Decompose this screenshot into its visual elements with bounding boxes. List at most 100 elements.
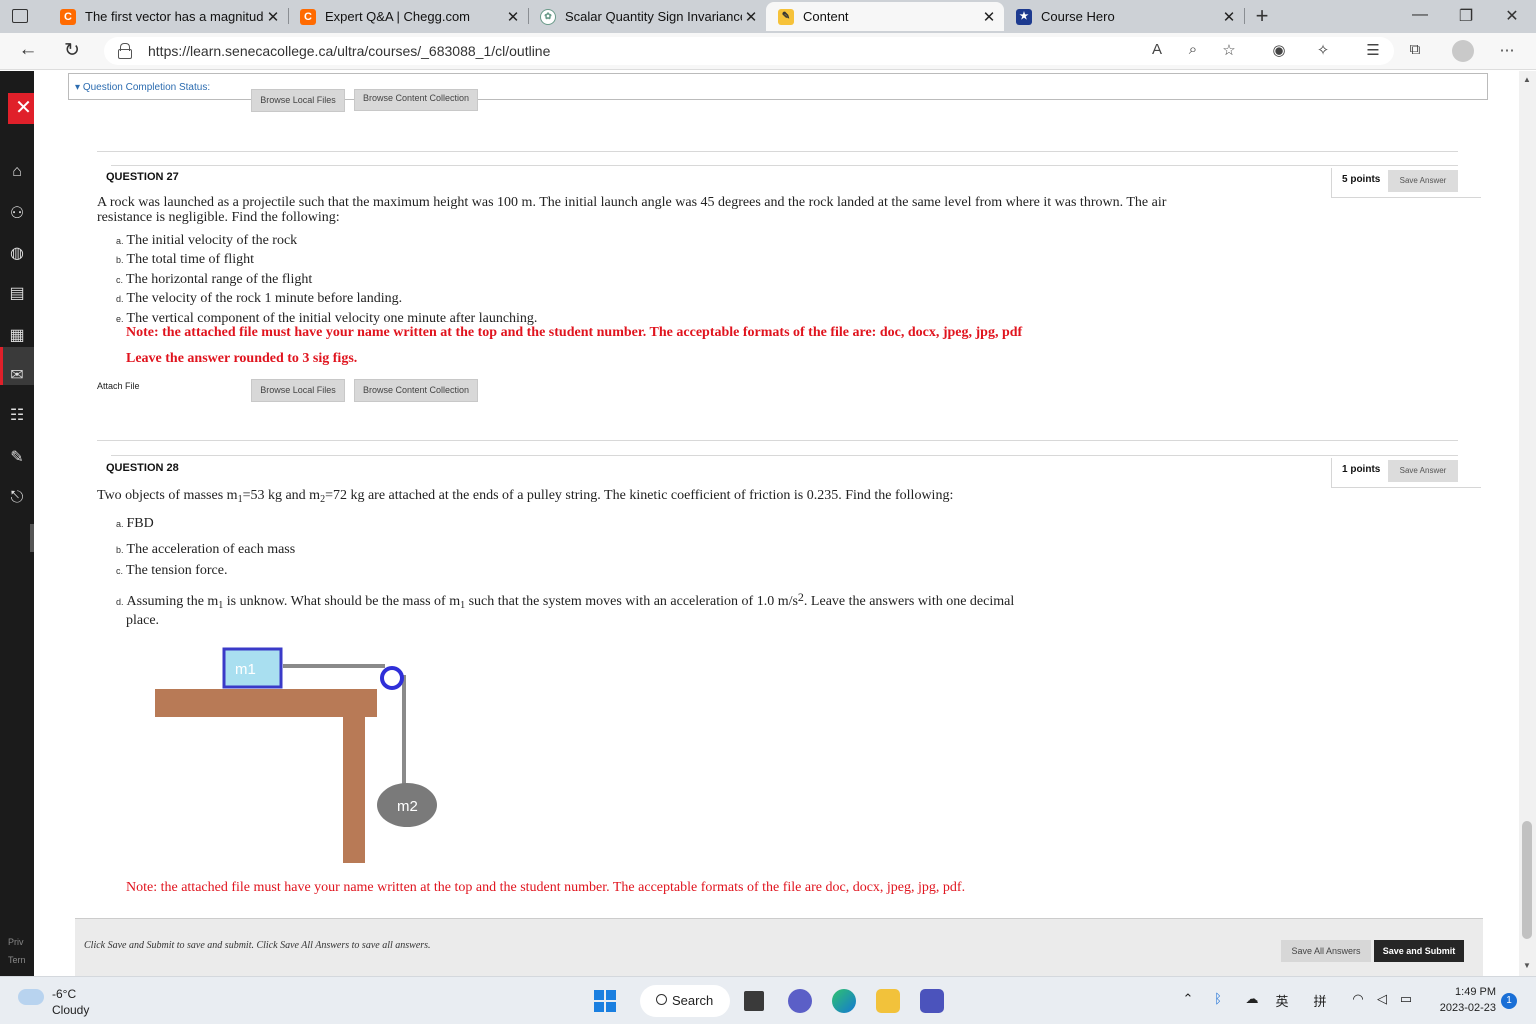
courses-icon[interactable]: ▤ <box>8 285 26 303</box>
tools-icon[interactable]: ✎ <box>8 449 26 467</box>
close-icon[interactable]: ✕ <box>742 8 760 26</box>
tab-actions-icon[interactable] <box>12 9 28 23</box>
close-icon[interactable]: ✕ <box>264 8 282 26</box>
assessment-content: ▾ Question Completion Status: Browse Loc… <box>34 71 1519 976</box>
scroll-down-arrow-icon[interactable]: ▼ <box>1523 961 1531 970</box>
list-item: b. The acceleration of each mass <box>116 542 296 557</box>
list-item: d. Assuming the m1 is unknow. What should… <box>116 590 1015 611</box>
windows-start-icon[interactable] <box>594 990 616 1012</box>
institution-icon[interactable]: ⌂ <box>8 163 26 181</box>
weather-condition[interactable]: Cloudy <box>52 1003 89 1017</box>
onedrive-cloud-icon[interactable]: ☁ <box>1242 991 1262 1007</box>
read-aloud-icon[interactable]: A <box>1146 41 1168 58</box>
ime-language[interactable]: 英 <box>1272 991 1292 1010</box>
question-28-title: QUESTION 28 <box>106 462 179 474</box>
clock-time[interactable]: 1:49 PM <box>1420 986 1496 998</box>
submit-hint: Click Save and Submit to save and submit… <box>84 940 431 951</box>
teams-chat-icon[interactable] <box>788 989 812 1013</box>
show-hidden-icons-chevron-icon[interactable]: ⌃ <box>1178 991 1198 1007</box>
favorites-icon[interactable]: ☰ <box>1362 41 1384 59</box>
task-view-icon[interactable] <box>744 991 764 1011</box>
question-28-file-note: Note: the attached file must have your n… <box>126 880 966 895</box>
list-item-continued: place. <box>126 613 160 628</box>
bluetooth-icon[interactable]: ᛒ <box>1208 991 1228 1006</box>
more-menu-icon[interactable]: ⋯ <box>1496 41 1518 59</box>
scroll-up-arrow-icon[interactable]: ▲ <box>1523 75 1531 84</box>
browse-content-collection-button[interactable]: Browse Content Collection <box>354 379 478 402</box>
edge-browser-icon[interactable] <box>832 989 856 1013</box>
question-27-save-answer-button[interactable]: Save Answer <box>1388 170 1458 192</box>
question-27-file-note: Note: the attached file must have your n… <box>126 325 1023 340</box>
pulley-diagram: m1 m2 <box>155 647 437 863</box>
list-item: c. The tension force. <box>116 563 228 578</box>
wifi-icon[interactable]: ◠ <box>1348 991 1368 1007</box>
extension-icon[interactable]: ◉ <box>1268 41 1290 59</box>
tab-content[interactable]: ✎ Content ✕ <box>766 2 1004 31</box>
file-explorer-icon[interactable] <box>876 989 900 1013</box>
volume-muted-icon[interactable]: ◁ <box>1372 991 1392 1007</box>
lock-icon[interactable] <box>118 43 132 59</box>
notification-badge[interactable]: 1 <box>1501 993 1517 1009</box>
vertical-scrollbar[interactable]: ▲ ▼ <box>1519 71 1536 976</box>
calendar-icon[interactable]: ▦ <box>8 327 26 345</box>
tab-separator <box>1244 8 1245 24</box>
clock-date[interactable]: 2023-02-23 <box>1420 1002 1496 1014</box>
teams-icon[interactable] <box>920 989 944 1013</box>
tab-course-hero[interactable]: ★ Course Hero ✕ <box>1004 2 1244 31</box>
close-window-icon[interactable]: ✕ <box>1502 6 1522 26</box>
save-and-submit-button[interactable]: Save and Submit <box>1374 940 1464 962</box>
battery-icon[interactable]: ▭ <box>1396 991 1416 1007</box>
sign-out-icon[interactable]: ⎋ <box>8 489 26 507</box>
divider <box>97 440 1458 441</box>
question-28-text: Two objects of masses m1=53 kg and m2=72… <box>97 488 954 505</box>
refresh-icon[interactable]: ↻ <box>60 39 84 62</box>
course-hero-star-icon: ★ <box>1016 8 1032 25</box>
close-icon[interactable]: ✕ <box>980 8 998 26</box>
chegg-c-icon: C <box>60 8 76 25</box>
list-item: d. The velocity of the rock 1 minute befo… <box>116 291 403 306</box>
terms-link[interactable]: Tern <box>8 955 26 965</box>
restore-icon[interactable]: ❐ <box>1456 6 1476 26</box>
close-icon[interactable]: ✕ <box>504 8 522 26</box>
question-28-save-answer-button[interactable]: Save Answer <box>1388 460 1458 482</box>
tab-chegg-expert-qa[interactable]: C Expert Q&A | Chegg.com ✕ <box>288 2 528 31</box>
taskbar-search[interactable]: Search <box>640 985 730 1017</box>
scrollbar-thumb[interactable] <box>1522 821 1532 939</box>
save-all-answers-button[interactable]: Save All Answers <box>1281 940 1371 962</box>
divider <box>111 455 1458 456</box>
extensions-puzzle-icon[interactable]: ✧ <box>1312 41 1334 59</box>
profile-icon[interactable]: ⚇ <box>8 205 26 223</box>
course-left-rail: ⌂ ⚇ ◍ ▤ ▦ ✉ ☷ ✎ ⎋ Priv Tern <box>0 71 34 976</box>
close-icon[interactable]: ✕ <box>1220 8 1238 26</box>
new-tab-icon[interactable]: + <box>1252 3 1272 29</box>
weather-temp[interactable]: -6°C <box>52 987 76 1001</box>
ime-mode[interactable]: 拼 <box>1310 991 1330 1010</box>
submit-bar: Click Save and Submit to save and submit… <box>75 918 1483 976</box>
profile-avatar[interactable] <box>1452 40 1474 62</box>
attach-file-label: Attach File <box>97 381 140 391</box>
grades-icon[interactable]: ☷ <box>8 407 26 425</box>
chatgpt-icon: ✿ <box>540 8 556 25</box>
question-27-text: A rock was launched as a projectile such… <box>97 195 1167 225</box>
tab-scalar-quantity[interactable]: ✿ Scalar Quantity Sign Invariance. ✕ <box>528 2 766 31</box>
browse-local-files-button-prev[interactable]: Browse Local Files <box>251 89 345 112</box>
question-28-points: 1 points <box>1342 464 1381 475</box>
question-27-points-box: 5 points Save Answer <box>1331 168 1481 198</box>
mass-m2-label: m2 <box>397 798 418 815</box>
browse-local-files-button[interactable]: Browse Local Files <box>251 379 345 402</box>
list-item: a. FBD <box>116 516 154 531</box>
globe-icon[interactable]: ◍ <box>8 245 26 263</box>
add-favorite-icon[interactable]: ☆ <box>1218 41 1240 59</box>
tab-vector-magnitude[interactable]: C The first vector has a magnitude ✕ <box>48 2 288 31</box>
zoom-icon[interactable]: ⌕ <box>1182 41 1204 58</box>
list-item: c. The horizontal range of the flight <box>116 272 313 287</box>
back-arrow-icon[interactable]: ← <box>16 39 40 61</box>
privacy-link[interactable]: Priv <box>8 937 24 947</box>
collections-icon[interactable]: ⧉ <box>1404 41 1426 58</box>
browse-content-collection-button-prev[interactable]: Browse Content Collection <box>354 89 478 111</box>
messages-icon[interactable]: ✉ <box>8 367 26 385</box>
minimize-icon[interactable]: — <box>1410 6 1430 24</box>
cloud-icon[interactable] <box>18 989 44 1005</box>
chegg-c-icon: C <box>300 8 316 25</box>
pulley-wheel <box>380 666 404 690</box>
